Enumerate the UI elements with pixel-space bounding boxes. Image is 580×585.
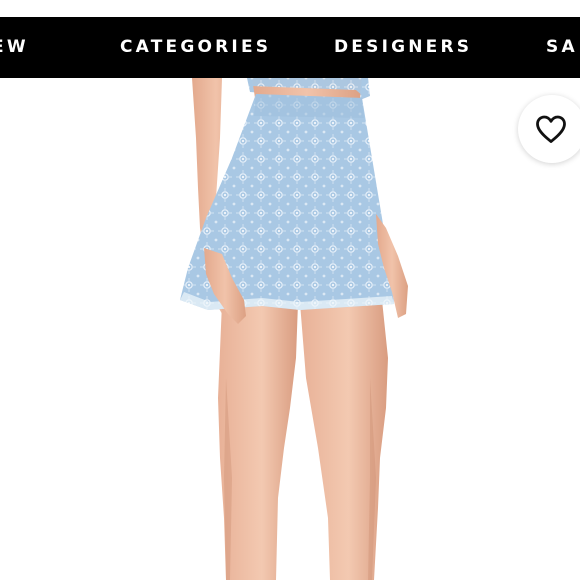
heart-outline-icon [536, 114, 568, 144]
category-nav-bar: EW CATEGORIES DESIGNERS SA [0, 17, 580, 78]
favorite-button[interactable] [518, 95, 580, 163]
product-photo [0, 78, 580, 580]
nav-item-categories[interactable]: CATEGORIES [120, 17, 271, 78]
nav-item-designers[interactable]: DESIGNERS [334, 17, 472, 78]
top-strip [0, 0, 580, 17]
nav-item-sale[interactable]: SA [546, 17, 578, 78]
product-photo-illustration [180, 78, 408, 580]
nav-item-new[interactable]: EW [0, 17, 29, 78]
